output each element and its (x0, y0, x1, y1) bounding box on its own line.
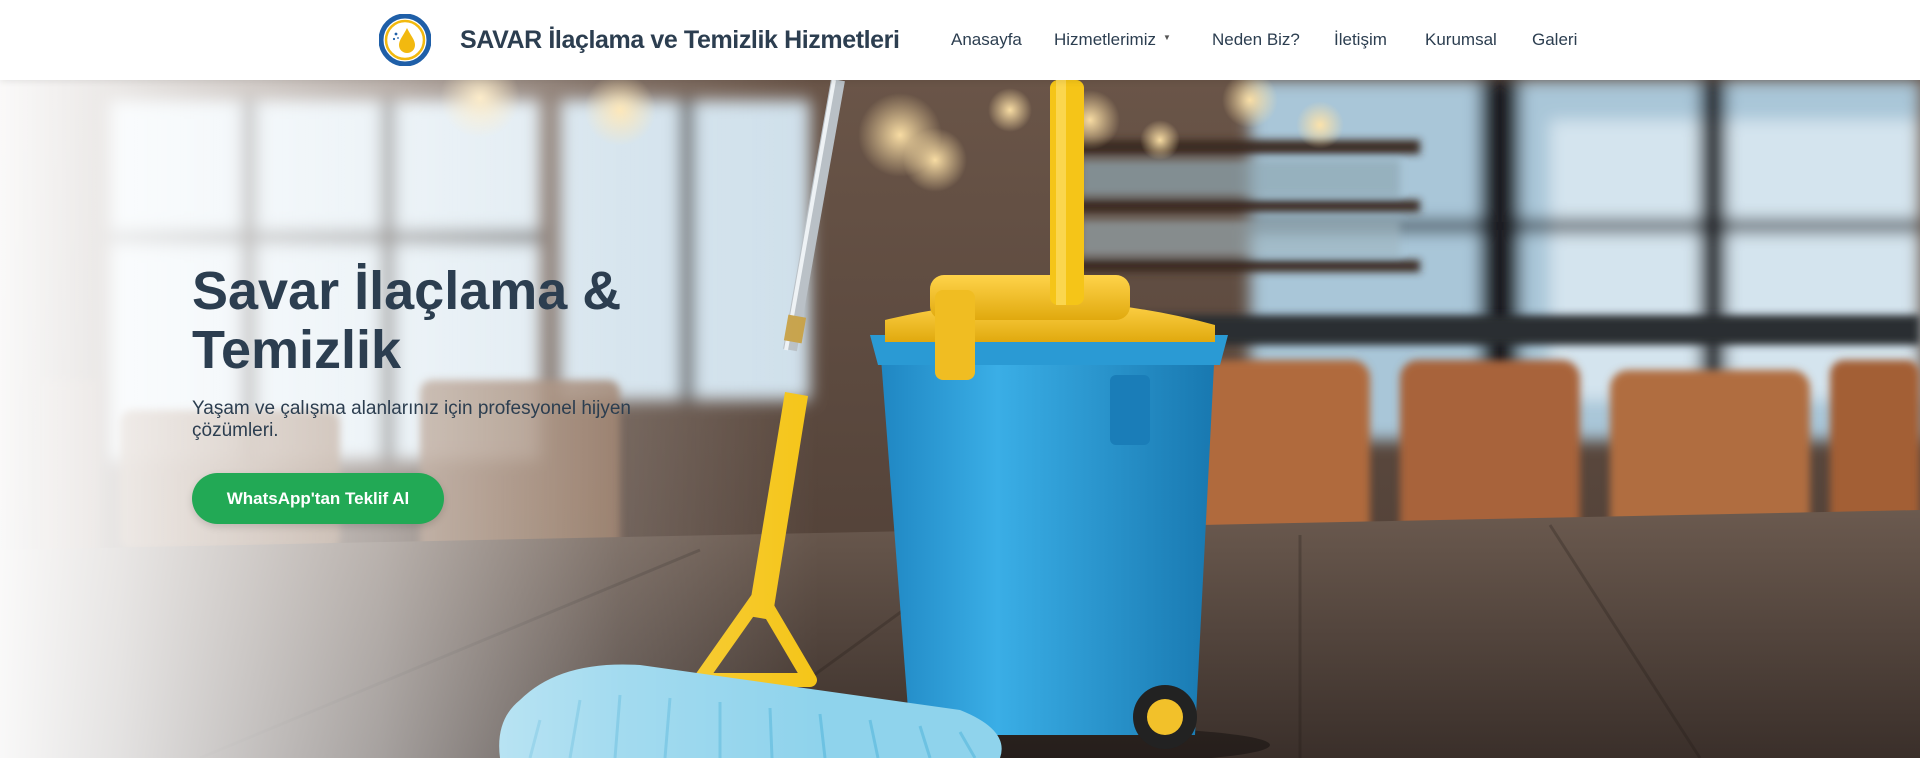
hero-section: Savar İlaçlama & Temizlik Yaşam ve çalış… (0, 80, 1920, 758)
nav-services[interactable]: Hizmetlerimiz ▼ (1054, 27, 1171, 53)
water-drop-logo-icon[interactable] (379, 14, 431, 66)
hero-subtitle: Yaşam ve çalışma alanlarınız için profes… (192, 398, 631, 441)
nav-contact[interactable]: İletişim (1334, 27, 1387, 53)
site-header: SAVAR İlaçlama ve Temizlik Hizmetleri An… (0, 0, 1920, 80)
hero-title: Savar İlaçlama & Temizlik (192, 262, 752, 380)
nav-home[interactable]: Anasayfa (951, 27, 1022, 53)
nav-why-us[interactable]: Neden Biz? (1212, 27, 1300, 53)
brand-name[interactable]: SAVAR İlaçlama ve Temizlik Hizmetleri (460, 24, 900, 56)
nav-services-label: Hizmetlerimiz (1054, 30, 1156, 49)
nav-gallery[interactable]: Galeri (1532, 27, 1577, 53)
hero-title-line2: Temizlik (192, 320, 402, 380)
caret-down-icon: ▼ (1163, 32, 1171, 42)
hero-title-line1: Savar İlaçlama & (192, 261, 622, 321)
whatsapp-quote-button[interactable]: WhatsApp'tan Teklif Al (192, 473, 444, 524)
nav-corporate[interactable]: Kurumsal (1425, 27, 1497, 53)
